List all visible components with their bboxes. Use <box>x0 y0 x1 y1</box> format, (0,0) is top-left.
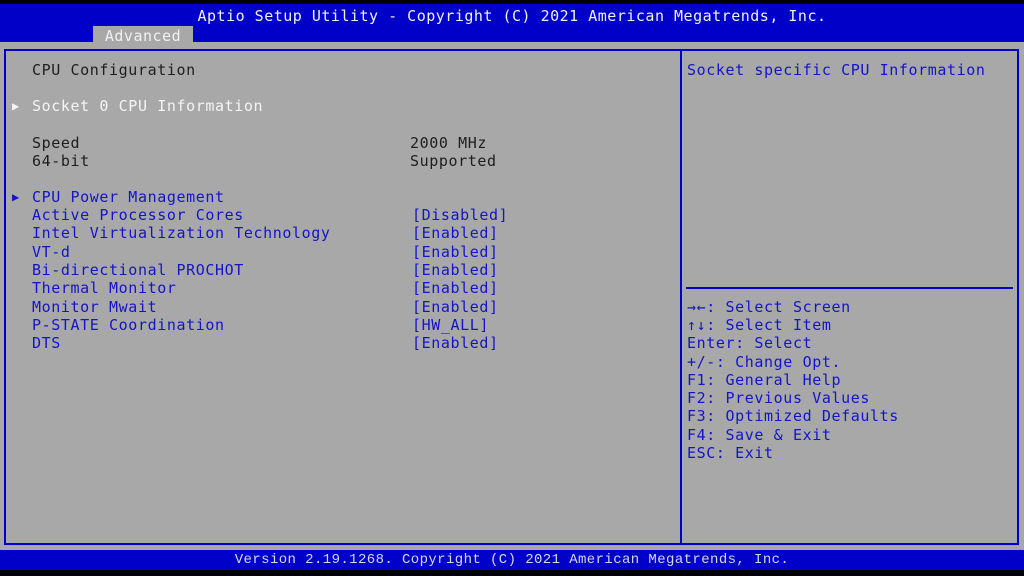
section-title: CPU Configuration <box>32 61 196 79</box>
setting-label-active-processor-cores[interactable]: Active Processor Cores <box>32 206 244 224</box>
submenu-arrow-icon: ▶ <box>12 99 20 113</box>
key-hint-f2: F2: Previous Values <box>687 389 870 407</box>
setting-label-intel-vt[interactable]: Intel Virtualization Technology <box>32 224 331 242</box>
key-hint-f1: F1: General Help <box>687 371 842 389</box>
setting-value-dts[interactable]: [Enabled] <box>412 334 499 352</box>
setting-value-pstate-coordination[interactable]: [HW_ALL] <box>412 316 489 334</box>
settings-panel: CPU Configuration ▶ Socket 0 CPU Informa… <box>4 49 681 545</box>
key-hint-select-item: ↑↓: Select Item <box>687 316 832 334</box>
header-bar: Aptio Setup Utility - Copyright (C) 2021… <box>0 4 1024 46</box>
setting-value-vt-d[interactable]: [Enabled] <box>412 243 499 261</box>
main-area: CPU Configuration ▶ Socket 0 CPU Informa… <box>0 42 1024 550</box>
footer-version: Version 2.19.1268. Copyright (C) 2021 Am… <box>0 550 1024 570</box>
setting-label-dts[interactable]: DTS <box>32 334 61 352</box>
key-hint-change-opt: +/-: Change Opt. <box>687 353 842 371</box>
help-divider <box>686 287 1013 289</box>
app-title: Aptio Setup Utility - Copyright (C) 2021… <box>197 7 827 25</box>
key-hint-f3: F3: Optimized Defaults <box>687 407 899 425</box>
setting-label-thermal-monitor[interactable]: Thermal Monitor <box>32 279 176 297</box>
help-description: Socket specific CPU Information <box>687 61 986 79</box>
info-value-64bit: Supported <box>410 152 497 170</box>
setting-label-bidirectional-prochot[interactable]: Bi-directional PROCHOT <box>32 261 244 279</box>
setting-label-pstate-coordination[interactable]: P-STATE Coordination <box>32 316 225 334</box>
key-hint-f4: F4: Save & Exit <box>687 426 832 444</box>
submenu-cpu-power-management[interactable]: CPU Power Management <box>32 188 225 206</box>
submenu-arrow-icon: ▶ <box>12 190 20 204</box>
key-hint-enter: Enter: Select <box>687 334 813 352</box>
setting-value-active-processor-cores[interactable]: [Disabled] <box>412 206 508 224</box>
key-hint-esc: ESC: Exit <box>687 444 774 462</box>
setting-value-intel-vt[interactable]: [Enabled] <box>412 224 499 242</box>
info-value-speed: 2000 MHz <box>410 134 488 152</box>
info-label-64bit: 64-bit <box>32 152 90 170</box>
key-hint-select-screen: →←: Select Screen <box>687 298 851 316</box>
setting-label-vt-d[interactable]: VT-d <box>32 243 71 261</box>
setting-value-thermal-monitor[interactable]: [Enabled] <box>412 279 499 297</box>
help-panel: Socket specific CPU Information →←: Sele… <box>680 49 1019 545</box>
setting-value-monitor-mwait[interactable]: [Enabled] <box>412 298 499 316</box>
setting-label-monitor-mwait[interactable]: Monitor Mwait <box>32 298 157 316</box>
info-label-speed: Speed <box>32 134 81 152</box>
submenu-socket-cpu-info[interactable]: Socket 0 CPU Information <box>32 97 263 115</box>
setting-value-bidirectional-prochot[interactable]: [Enabled] <box>412 261 499 279</box>
